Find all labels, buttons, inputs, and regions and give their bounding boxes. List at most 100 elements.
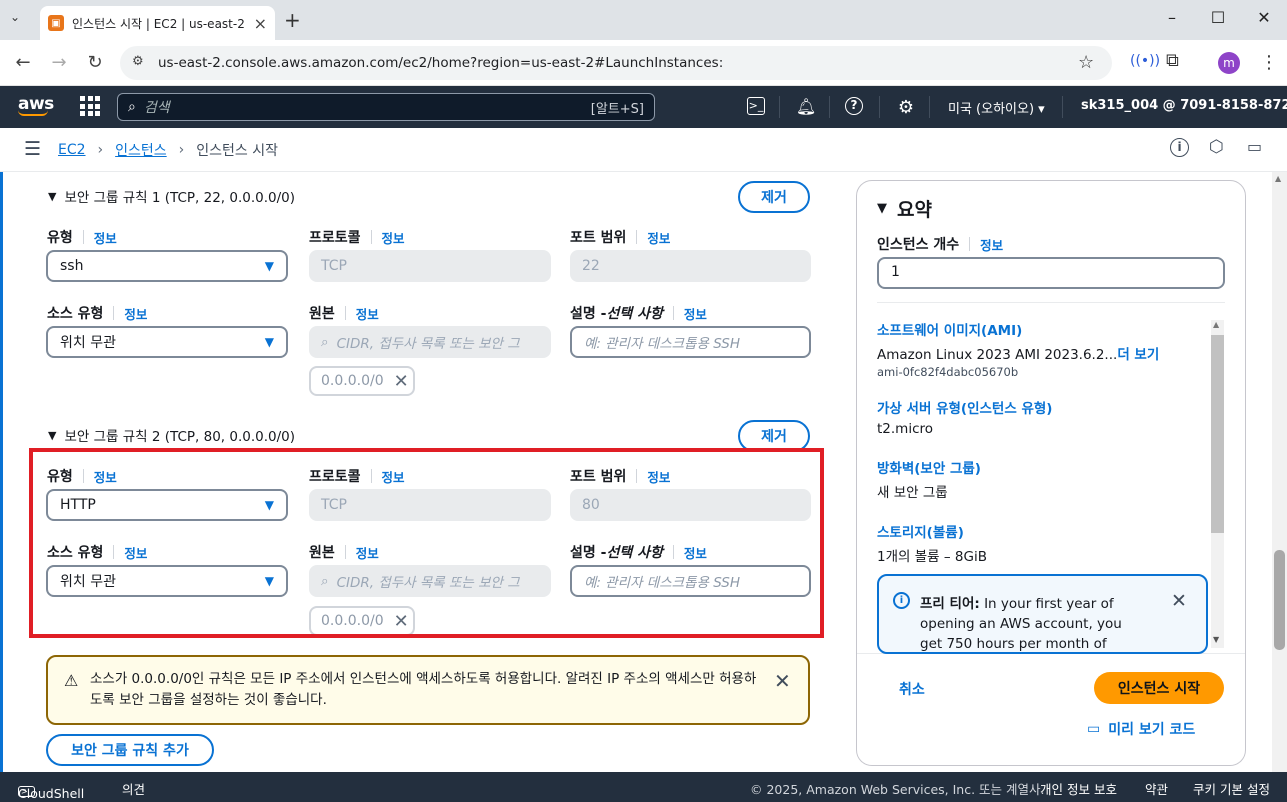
tab-title: 인스턴스 시작 | EC2 | us-east-2 [72, 16, 245, 31]
breadcrumb-bar: ☰ EC2 › 인스턴스 › 인스턴스 시작 i ⬡ ▭ [0, 128, 1287, 172]
browser-tab[interactable]: ▣ 인스턴스 시작 | EC2 | us-east-2 × [40, 6, 275, 40]
rule1-source-token: 0.0.0.0/0 ✕ [309, 366, 415, 396]
highlight-box [29, 448, 824, 638]
rule1-header[interactable]: ▼ 보안 그룹 규칙 1 (TCP, 22, 0.0.0.0/0) [48, 186, 295, 207]
close-tab-icon[interactable]: × [254, 14, 267, 33]
search-placeholder: 검색 [143, 100, 170, 116]
help-icon[interactable]: ? [845, 97, 863, 115]
warning-text: 소스가 0.0.0.0/0인 규칙은 모든 IP 주소에서 인스턴스에 액세스하… [90, 671, 757, 708]
rule1-protocol-field: TCP [309, 250, 551, 282]
back-icon[interactable]: ← [11, 52, 35, 73]
search-icon: ⌕ [321, 334, 329, 350]
search-shortcut: [알트+S] [590, 101, 644, 117]
page-scrollbar[interactable]: ▲ [1272, 172, 1287, 772]
privacy-link[interactable]: 개인 정보 보호 [1040, 779, 1117, 798]
breadcrumb-current: 인스턴스 시작 [196, 143, 279, 159]
site-info-icon[interactable]: ⚙ [132, 54, 144, 69]
chevron-right-icon: › [97, 142, 104, 158]
rule1-description-input[interactable]: 예: 관리자 데스크톱용 SSH [570, 326, 811, 358]
storage-value: 1개의 볼륨 – 8GiB [877, 549, 987, 565]
aws-logo-text: aws [18, 94, 54, 114]
rule1-desc-label: 설명 - 선택 사항 정보 [570, 303, 707, 323]
summary-title: 요약 [897, 199, 932, 221]
caret-down-icon: ▼ [48, 189, 57, 203]
instance-count-input[interactable]: 1 [877, 257, 1225, 289]
region-selector[interactable]: 미국 (오하이오) ▾ [948, 98, 1045, 117]
url-field[interactable]: ⚙ us-east-2.console.aws.amazon.com/ec2/h… [120, 46, 1112, 80]
browser-menu-icon[interactable]: ⋮ [1260, 52, 1278, 73]
warning-alert: ⚠ 소스가 0.0.0.0/0인 규칙은 모든 IP 주소에서 인스턴스에 액세… [46, 655, 810, 725]
info-circle-icon[interactable]: i [1170, 138, 1189, 157]
preview-code-button[interactable]: ▭ 미리 보기 코드 [1087, 719, 1195, 739]
storage-link[interactable]: 스토리지(볼륨) [877, 521, 1207, 541]
instance-type-link[interactable]: 가상 서버 유형(인스턴스 유형) [877, 397, 1207, 417]
info-circle-icon: i [893, 592, 910, 609]
cloudshell-icon[interactable]: >_ [747, 97, 765, 115]
rule1-source-type-select[interactable]: 위치 무관 ▼ [46, 326, 288, 358]
rule1-source-search: ⌕ CIDR, 접두사 목록 또는 보안 그 [309, 326, 551, 358]
info-link[interactable]: 정보 [684, 304, 707, 323]
bookmark-star-icon[interactable]: ☆ [1078, 52, 1094, 73]
rule1-port-field: 22 [570, 250, 811, 282]
extension-icon[interactable]: ((•)) [1130, 53, 1160, 69]
rule2-header[interactable]: ▼ 보안 그룹 규칙 2 (TCP, 80, 0.0.0.0/0) [48, 425, 295, 446]
instance-count-label: 인스턴스 개수 정보 [877, 234, 1003, 254]
launch-instance-button[interactable]: 인스턴스 시작 [1094, 672, 1224, 704]
cookie-settings-link[interactable]: 쿠키 기본 설정 [1193, 779, 1270, 798]
minimize-icon[interactable]: – [1158, 8, 1186, 32]
rule1-remove-button[interactable]: 제거 [738, 181, 810, 213]
breadcrumb: EC2 › 인스턴스 › 인스턴스 시작 [58, 140, 278, 160]
caret-down-icon: ▼ [877, 201, 887, 216]
ami-more-link[interactable]: 더 보기 [1117, 347, 1159, 363]
url-text: us-east-2.console.aws.amazon.com/ec2/hom… [158, 55, 724, 71]
extensions-puzzle-icon[interactable]: ⧉ [1166, 50, 1179, 71]
info-link[interactable]: 정보 [356, 304, 379, 323]
feedback-screen-icon[interactable]: ▭ [1247, 137, 1262, 156]
new-tab-icon[interactable]: + [284, 8, 301, 32]
tab-list-icon[interactable]: ⌄ [10, 10, 20, 24]
rule1-source-label: 원본 정보 [309, 303, 379, 323]
info-link[interactable]: 정보 [647, 228, 670, 247]
info-link[interactable]: 정보 [94, 228, 117, 247]
ami-value: Amazon Linux 2023 AMI 2023.6.2...더 보기 [877, 347, 1160, 363]
maximize-icon[interactable]: ☐ [1204, 8, 1232, 32]
rule1-protocol-label: 프로토콜 정보 [309, 227, 405, 247]
hexagon-settings-icon[interactable]: ⬡ [1209, 137, 1224, 157]
reload-icon[interactable]: ↻ [83, 52, 107, 73]
forward-icon[interactable]: → [47, 52, 71, 73]
breadcrumb-ec2[interactable]: EC2 [58, 142, 86, 158]
code-screen-icon: ▭ [1087, 721, 1101, 737]
rule1-type-label: 유형 정보 [47, 227, 117, 247]
cancel-button[interactable]: 취소 [899, 679, 925, 699]
rule1-type-select[interactable]: ssh ▼ [46, 250, 288, 282]
rule1-port-label: 포트 범위 정보 [570, 227, 670, 247]
breadcrumb-instances[interactable]: 인스턴스 [115, 140, 167, 160]
add-rule-button[interactable]: 보안 그룹 규칙 추가 [46, 734, 214, 766]
summary-header[interactable]: ▼ 요약 [877, 195, 932, 222]
aws-top-nav: aws ⌕ 검색 [알트+S] >_ 🔔︎ ? ⚙ 미국 (오하이오) ▾ sk… [0, 86, 1287, 128]
dismiss-free-tier-icon[interactable]: ✕ [1171, 590, 1187, 612]
address-bar-row: ← → ↻ ⚙ us-east-2.console.aws.amazon.com… [0, 40, 1287, 86]
remove-token-icon[interactable]: ✕ [394, 371, 409, 392]
info-link[interactable]: 정보 [382, 228, 405, 247]
dismiss-warning-icon[interactable]: ✕ [774, 669, 791, 693]
ami-link[interactable]: 소프트웨어 이미지(AMI) [877, 319, 1207, 339]
aws-logo[interactable]: aws [18, 94, 54, 116]
aws-favicon-icon: ▣ [48, 15, 64, 31]
ami-id: ami-0fc82f4dabc05670b [877, 365, 1019, 379]
feedback-link[interactable]: 의견 [122, 779, 145, 798]
hamburger-menu-icon[interactable]: ☰ [24, 138, 41, 160]
close-window-icon[interactable]: ✕ [1250, 8, 1278, 32]
settings-gear-icon[interactable]: ⚙ [895, 97, 917, 118]
notifications-bell-icon[interactable]: 🔔︎ [795, 97, 817, 117]
info-link[interactable]: 정보 [124, 304, 147, 323]
aws-search-input[interactable]: ⌕ 검색 [알트+S] [117, 93, 655, 121]
terms-link[interactable]: 약관 [1145, 779, 1168, 798]
info-link[interactable]: 정보 [980, 235, 1003, 254]
account-menu[interactable]: sk315_004 @ 7091-8158-8723 ▾ [1081, 98, 1287, 113]
profile-avatar[interactable]: m [1218, 52, 1240, 74]
services-grid-icon[interactable] [80, 96, 100, 116]
summary-scrollbar[interactable]: ▲ ▼ [1211, 320, 1224, 648]
search-icon: ⌕ [128, 99, 136, 115]
firewall-link[interactable]: 방화벽(보안 그룹) [877, 457, 1207, 477]
